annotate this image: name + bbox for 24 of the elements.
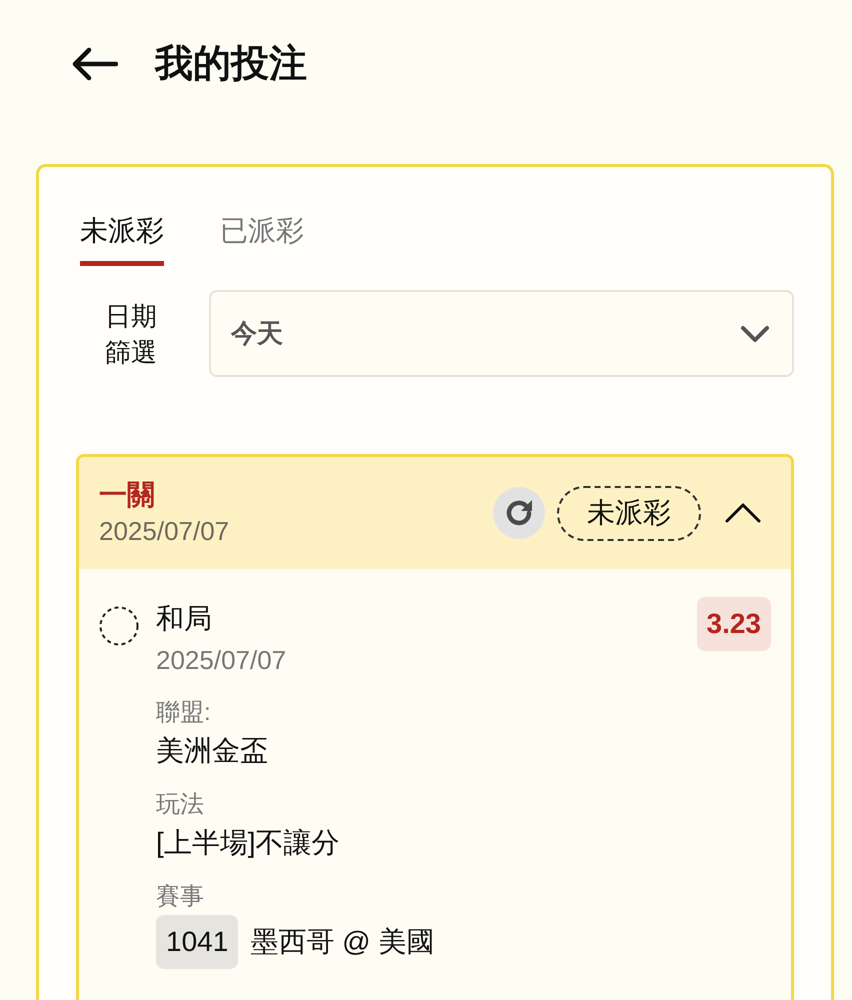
field-label: 玩法 [156,790,205,820]
pick-date: 2025/07/07 [156,644,288,677]
match-number-tag: 1041 [156,915,238,969]
field-value: 美洲金盃 [156,734,269,768]
tab[interactable]: 未派彩 [80,213,164,266]
chevron-down-icon [740,324,770,342]
refresh-button[interactable] [493,487,545,539]
status-tag: 未派彩 [557,486,701,540]
field-label: 賽事 [156,882,205,912]
field-value: [上半場]不讓分 [156,826,341,860]
field-label: 聯盟: [156,698,212,728]
chevron-up-icon [725,503,761,523]
field-value: 墨西哥 @ 美國 [250,925,434,959]
bet-type-label: 一關 [99,478,156,512]
back-button[interactable] [72,47,118,81]
date-select[interactable]: 今天 [209,290,794,377]
bet-date: 2025/07/07 [99,515,230,548]
filter-label: 日期篩選 [104,300,158,368]
dashed-circle-icon [99,606,139,646]
arrow-left-icon [72,47,118,81]
odds-badge: 3.23 [696,597,771,651]
tab[interactable]: 已派彩 [220,213,304,266]
pick-name: 和局 [156,602,213,636]
page-title: 我的投注 [155,42,307,87]
